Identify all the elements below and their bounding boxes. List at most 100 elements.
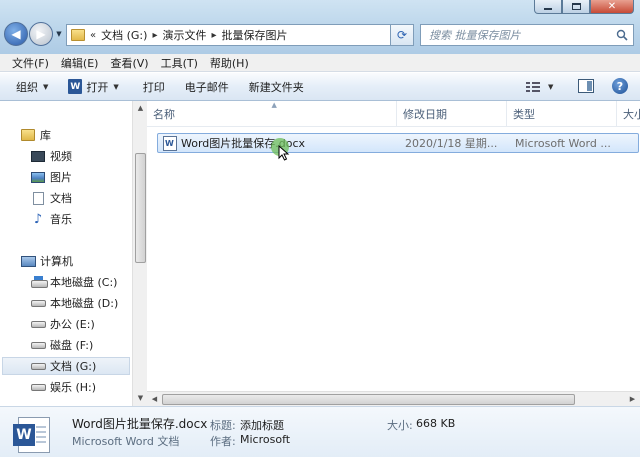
forward-arrow-icon: ▶	[36, 27, 46, 41]
scroll-left-icon[interactable]: ◀	[147, 392, 162, 407]
horizontal-scrollbar[interactable]: ◀ ▶	[147, 391, 640, 406]
word-file-icon: W	[13, 417, 50, 453]
breadcrumb-folder[interactable]: 演示文件	[162, 27, 206, 43]
breadcrumb-overflow[interactable]: «	[90, 30, 96, 41]
refresh-button[interactable]: ⟳	[390, 24, 414, 46]
new-folder-button[interactable]: 新建文件夹	[239, 75, 314, 99]
forward-button[interactable]: ▶	[29, 22, 53, 46]
column-header: 名称 ▲ 修改日期 类型 大小	[147, 101, 640, 127]
maximize-button[interactable]	[562, 0, 590, 14]
picture-icon	[30, 170, 46, 184]
column-type-label: 类型	[513, 108, 535, 121]
column-date-label: 修改日期	[403, 108, 447, 121]
document-icon	[30, 191, 46, 205]
file-date-modified: 2020/1/18 星期...	[405, 137, 498, 150]
sidebar-item-label: 本地磁盘 (D:)	[50, 297, 119, 310]
drive-icon	[30, 359, 46, 373]
sidebar-item-label: 文档 (G:)	[50, 360, 97, 373]
organize-label: 组织	[16, 80, 38, 94]
word-icon: W	[68, 79, 83, 94]
details-title-value[interactable]: 添加标题	[240, 417, 284, 433]
window-chrome: ✕ ◀ ▶ ▼ « 文档 (G:) ▸ 演示文件 ▸ 批量保存图片 ▼ ⟳ 搜索…	[0, 0, 640, 54]
window-controls: ✕	[534, 0, 634, 14]
details-size-value: 668 KB	[416, 417, 456, 430]
organize-button[interactable]: 组织 ▼	[0, 75, 58, 99]
minimize-button[interactable]	[534, 0, 562, 14]
refresh-icon: ⟳	[396, 28, 408, 42]
nav-buttons: ◀ ▶ ▼	[4, 22, 64, 46]
print-label: 打印	[142, 80, 165, 94]
breadcrumb-current[interactable]: 批量保存图片	[222, 27, 288, 43]
open-label: 打开	[86, 80, 109, 94]
sort-ascending-icon: ▲	[271, 101, 277, 109]
word-file-icon-letter: W	[13, 424, 35, 446]
back-button[interactable]: ◀	[4, 22, 28, 46]
menu-tools[interactable]: 工具(T)	[155, 55, 204, 71]
details-filename: Word图片批量保存.docx	[72, 417, 208, 431]
system-drive-icon	[30, 275, 48, 289]
scroll-right-icon[interactable]: ▶	[625, 392, 640, 407]
sidebar-item-label: 文档	[50, 192, 72, 205]
close-icon: ✕	[607, 1, 617, 12]
menu-view[interactable]: 查看(V)	[104, 55, 154, 71]
breadcrumb-drive[interactable]: 文档 (G:)	[101, 27, 147, 43]
address-bar[interactable]: « 文档 (G:) ▸ 演示文件 ▸ 批量保存图片 ▼	[66, 24, 412, 46]
navigation-scrollbar[interactable]: ▲ ▼	[132, 101, 147, 406]
email-label: 电子邮件	[184, 80, 229, 94]
sidebar-item-label: 图片	[50, 171, 72, 184]
file-name: Word图片批量保存.docx	[181, 137, 306, 150]
search-box[interactable]: 搜索 批量保存图片	[420, 24, 634, 46]
email-button[interactable]: 电子邮件	[175, 75, 239, 99]
back-arrow-icon: ◀	[11, 27, 21, 41]
scrollbar-thumb[interactable]	[162, 394, 575, 405]
sidebar-item-library[interactable]: 库	[20, 126, 148, 144]
table-row[interactable]: Word图片批量保存.docx 2020/1/18 星期... Microsof…	[157, 133, 639, 153]
menu-help[interactable]: 帮助(H)	[204, 55, 255, 71]
breadcrumb-separator-icon[interactable]: ▸	[152, 30, 157, 41]
menu-bar: 文件(F) 编辑(E) 查看(V) 工具(T) 帮助(H)	[0, 54, 640, 72]
details-filetype: Microsoft Word 文档	[72, 435, 180, 448]
breadcrumb-separator-icon[interactable]: ▸	[211, 30, 216, 41]
details-author-value[interactable]: Microsoft	[240, 433, 290, 446]
sidebar-item-label: 库	[40, 129, 51, 142]
menu-file[interactable]: 文件(F)	[6, 55, 55, 71]
computer-icon	[20, 254, 36, 268]
folder-icon	[71, 29, 85, 41]
sidebar-item-label: 音乐	[50, 213, 72, 226]
help-button[interactable]: ?	[612, 78, 628, 94]
video-icon	[30, 149, 46, 163]
menu-edit[interactable]: 编辑(E)	[55, 55, 105, 71]
sidebar-item-computer[interactable]: 计算机	[20, 252, 148, 270]
library-icon	[20, 128, 36, 142]
column-type[interactable]: 类型	[507, 101, 617, 127]
close-button[interactable]: ✕	[590, 0, 634, 14]
chevron-down-icon: ▼	[43, 82, 49, 91]
minimize-icon	[544, 8, 552, 10]
drive-icon	[30, 338, 46, 352]
search-input[interactable]: 搜索 批量保存图片	[429, 27, 611, 43]
change-view-button[interactable]: ▼	[526, 76, 553, 98]
column-size[interactable]: 大小	[617, 101, 640, 127]
file-list: 名称 ▲ 修改日期 类型 大小 Word图片批量保存.docx 2020/1/1…	[147, 101, 640, 406]
details-title-label: 标题:	[210, 419, 236, 432]
sidebar-item-label: 本地磁盘 (C:)	[50, 276, 118, 289]
column-date-modified[interactable]: 修改日期	[397, 101, 507, 127]
scrollbar-thumb[interactable]	[135, 153, 146, 263]
preview-pane-button[interactable]	[578, 79, 594, 93]
sidebar-item-drive-g[interactable]: 文档 (G:)	[2, 357, 130, 375]
sidebar-item-label: 办公 (E:)	[50, 318, 95, 331]
maximize-icon	[571, 3, 581, 10]
file-type: Microsoft Word ...	[515, 136, 611, 150]
drive-icon	[30, 296, 46, 310]
scroll-down-icon[interactable]: ▼	[133, 391, 148, 406]
open-button[interactable]: W 打开 ▼	[58, 75, 128, 99]
print-button[interactable]: 打印	[129, 75, 175, 99]
navigation-pane: 库 视频 图片 文档 ♪ 音乐 计算机 本地磁盘 (C:) 本地磁盘 (D:) …	[0, 101, 132, 406]
new-folder-label: 新建文件夹	[248, 80, 304, 94]
details-size-label: 大小:	[387, 419, 413, 432]
recent-pages-dropdown[interactable]: ▼	[54, 30, 64, 38]
search-icon[interactable]	[611, 29, 633, 41]
scroll-up-icon[interactable]: ▲	[133, 101, 148, 116]
column-name[interactable]: 名称 ▲	[147, 101, 397, 127]
details-author-label: 作者:	[210, 435, 236, 448]
